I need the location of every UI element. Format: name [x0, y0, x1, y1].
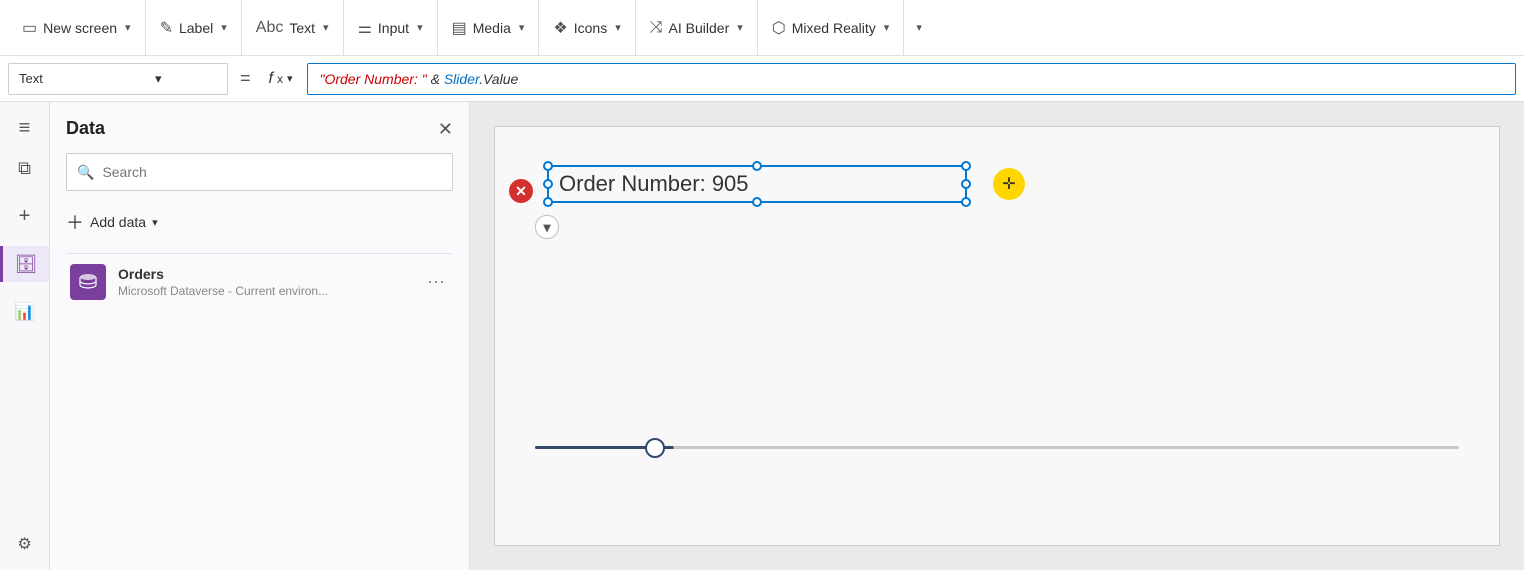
media-icon: ▤	[452, 18, 467, 38]
data-source-name: Orders	[118, 266, 411, 282]
add-data-label: Add data	[90, 214, 146, 230]
close-data-panel-button[interactable]: ✕	[438, 120, 453, 138]
fx-button[interactable]: fx ▾	[263, 70, 299, 88]
fx-chevron: ▾	[287, 72, 293, 85]
mixed-reality-button[interactable]: ⬡ Mixed Reality ▾	[758, 0, 905, 55]
media-chevron: ▾	[519, 21, 525, 34]
handle-middle-left[interactable]	[543, 179, 553, 189]
text-button[interactable]: Abc Text ▾	[242, 0, 344, 55]
data-panel: Data ✕ 🔍 ＋ Add data ▾ Orders Microsoft D…	[50, 102, 470, 570]
formula-display: "Order Number: " & Slider.Value	[320, 71, 519, 87]
icons-button[interactable]: ❖ Icons ▾	[539, 0, 635, 55]
ai-builder-icon: ⤨	[650, 19, 663, 37]
icons-icon: ❖	[553, 18, 567, 38]
canvas-slider[interactable]	[535, 446, 1459, 449]
canvas-surface: ✕ Order Number: 905 ✛ ✕ ▾	[494, 126, 1500, 546]
text-element-delete-button[interactable]: ✕	[509, 179, 533, 203]
ai-builder-label: AI Builder	[669, 20, 730, 36]
more-chevron: ▾	[916, 21, 922, 34]
layers-icon[interactable]: ⧉	[7, 150, 43, 186]
new-screen-button[interactable]: ▭ New screen ▾	[8, 0, 146, 55]
canvas-text-element[interactable]: Order Number: 905 ✛	[547, 165, 967, 203]
add-data-plus-icon: ＋	[66, 209, 84, 235]
canvas-area: ✕ Order Number: 905 ✛ ✕ ▾	[470, 102, 1524, 570]
input-label: Input	[378, 20, 409, 36]
icons-chevron: ▾	[615, 21, 621, 34]
property-select[interactable]: Text ▾	[8, 63, 228, 95]
slider-chevron-button[interactable]: ▾	[535, 215, 559, 239]
database-icon[interactable]: 🗄	[0, 246, 49, 282]
search-icon: 🔍	[77, 164, 94, 181]
data-source-description: Microsoft Dataverse - Current environ...	[118, 284, 411, 298]
property-value: Text	[19, 71, 81, 86]
media-label: Media	[473, 20, 511, 36]
canvas-text-value: Order Number: 905	[559, 171, 749, 196]
data-panel-header: Data ✕	[66, 118, 453, 139]
input-button[interactable]: ⚌ Input ▾	[344, 0, 438, 55]
handle-bottom-right[interactable]	[961, 197, 971, 207]
screen-icon: ▭	[22, 18, 37, 38]
mixed-reality-chevron: ▾	[884, 21, 890, 34]
fx-label: f	[269, 70, 273, 88]
hamburger-menu-icon[interactable]: ≡	[7, 110, 43, 146]
handle-bottom-center[interactable]	[752, 197, 762, 207]
search-input[interactable]	[102, 164, 442, 180]
handle-bottom-left[interactable]	[543, 197, 553, 207]
sidebar-icons: ≡ ⧉ + 🗄 📊 ⚙	[0, 102, 50, 570]
slider-track	[535, 446, 1459, 449]
data-source-item[interactable]: Orders Microsoft Dataverse - Current env…	[66, 253, 453, 310]
data-panel-title: Data	[66, 118, 105, 139]
slider-thumb[interactable]	[645, 438, 665, 458]
property-chevron: ▾	[155, 71, 217, 87]
ai-builder-chevron: ▾	[737, 21, 743, 34]
main-toolbar: ▭ New screen ▾ ✎ Label ▾ Abc Text ▾ ⚌ In…	[0, 0, 1524, 56]
add-data-chevron: ▾	[152, 216, 158, 229]
settings-icon[interactable]: ⚙	[7, 526, 43, 562]
new-screen-label: New screen	[43, 20, 117, 36]
text-icon: Abc	[256, 19, 284, 37]
chart-icon[interactable]: 📊	[7, 294, 43, 330]
ai-builder-button[interactable]: ⤨ AI Builder ▾	[636, 0, 758, 55]
media-button[interactable]: ▤ Media ▾	[438, 0, 540, 55]
text-label: Text	[289, 20, 315, 36]
main-content: ≡ ⧉ + 🗄 📊 ⚙ Data ✕ 🔍 ＋ Add data ▾ Orders	[0, 102, 1524, 570]
handle-top-left[interactable]	[543, 161, 553, 171]
input-chevron: ▾	[417, 21, 423, 34]
handle-top-right[interactable]	[961, 161, 971, 171]
search-box: 🔍	[66, 153, 453, 191]
handle-middle-right[interactable]	[961, 179, 971, 189]
add-icon[interactable]: +	[7, 198, 43, 234]
label-icon: ✎	[160, 18, 173, 38]
icons-label: Icons	[574, 20, 607, 36]
add-data-button[interactable]: ＋ Add data ▾	[66, 205, 453, 239]
label-label: Label	[179, 20, 213, 36]
formula-bar: Text ▾ = fx ▾ "Order Number: " & Slider.…	[0, 56, 1524, 102]
mixed-reality-icon: ⬡	[772, 18, 786, 38]
data-source-more-button[interactable]: ⋯	[423, 268, 449, 297]
label-chevron: ▾	[221, 21, 227, 34]
move-cursor-icon: ✛	[993, 168, 1025, 200]
mixed-reality-label: Mixed Reality	[792, 20, 876, 36]
text-chevron: ▾	[323, 21, 329, 34]
label-button[interactable]: ✎ Label ▾	[146, 0, 242, 55]
handle-top-center[interactable]	[752, 161, 762, 171]
input-icon: ⚌	[358, 18, 372, 38]
new-screen-chevron: ▾	[125, 21, 131, 34]
formula-input-container[interactable]: "Order Number: " & Slider.Value	[307, 63, 1517, 95]
equals-sign: =	[236, 68, 255, 89]
more-button[interactable]: ▾	[904, 0, 932, 55]
data-source-icon	[70, 264, 106, 300]
